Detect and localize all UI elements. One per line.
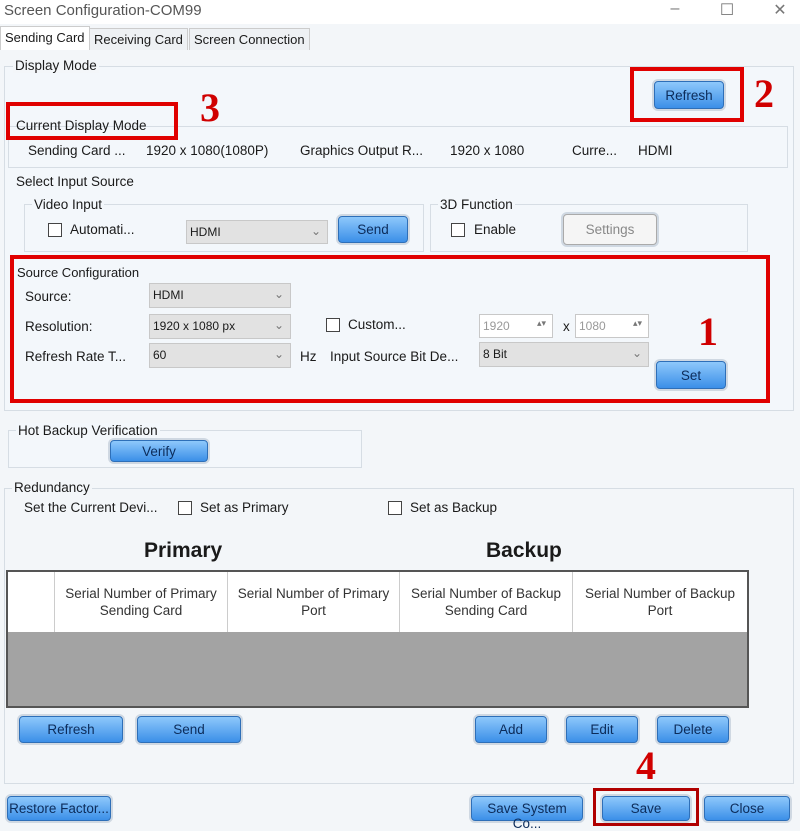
delete-button[interactable]: Delete: [657, 716, 729, 743]
current-source-label: Curre...: [572, 143, 618, 158]
send-input-button[interactable]: Send: [338, 216, 408, 243]
minimize-button[interactable]: –: [660, 0, 690, 18]
annotation-4: 4: [636, 743, 656, 788]
window-title: Screen Configuration-COM99: [4, 2, 202, 19]
annotation-3: 3: [200, 85, 220, 130]
automatic-checkbox[interactable]: [48, 223, 62, 237]
redundancy-refresh-button[interactable]: Refresh: [19, 716, 123, 743]
chevron-down-icon: ⌄: [631, 346, 642, 360]
chevron-down-icon: ⌄: [310, 224, 321, 238]
spinner-arrows-icon[interactable]: ▴▾: [537, 318, 546, 329]
bit-depth-label: Input Source Bit De...: [330, 349, 459, 364]
custom-height-value: 1080: [579, 319, 606, 333]
custom-height-spinner[interactable]: 1080 ▴▾: [575, 314, 649, 338]
set-as-backup-checkbox[interactable]: [388, 501, 402, 515]
3d-settings-button[interactable]: Settings: [563, 214, 657, 245]
refresh-rate-select[interactable]: 60 ⌄: [149, 343, 291, 368]
video-input-select[interactable]: HDMI ⌄: [186, 220, 328, 244]
hz-label: Hz: [300, 349, 317, 364]
set-as-primary-checkbox[interactable]: [178, 501, 192, 515]
bit-depth-value: 8 Bit: [483, 347, 508, 361]
column-backup-port: Serial Number of Backup Port: [584, 586, 736, 618]
column-primary-sending-card: Serial Number of Primary Sending Card: [55, 572, 228, 632]
sending-card-value: 1920 x 1080(1080P): [146, 143, 269, 158]
hot-backup-label: Hot Backup Verification: [16, 423, 160, 438]
refresh-rate-value: 60: [153, 348, 167, 362]
sending-card-label: Sending Card ...: [28, 143, 126, 158]
3d-function-label: 3D Function: [438, 197, 515, 212]
enable-3d-label: Enable: [474, 222, 517, 237]
chevron-down-icon: ⌄: [273, 318, 284, 332]
restore-factory-button[interactable]: Restore Factor...: [7, 796, 111, 821]
graphics-output-label: Graphics Output R...: [300, 143, 424, 158]
table-row-header-cell: [8, 572, 55, 632]
source-value: HDMI: [153, 288, 184, 302]
resolution-select[interactable]: 1920 x 1080 px ⌄: [149, 314, 291, 339]
set-button[interactable]: Set: [656, 361, 726, 389]
custom-resolution-checkbox[interactable]: [326, 318, 340, 332]
refresh-display-button[interactable]: Refresh: [654, 81, 724, 109]
close-button[interactable]: Close: [704, 796, 790, 821]
resolution-label: Resolution:: [25, 319, 93, 334]
refresh-rate-label: Refresh Rate T...: [25, 349, 127, 364]
source-select[interactable]: HDMI ⌄: [149, 283, 291, 308]
resolution-value: 1920 x 1080 px: [153, 319, 236, 333]
set-current-device-label: Set the Current Devi...: [24, 500, 158, 515]
annotation-2: 2: [754, 71, 774, 116]
source-label: Source:: [25, 289, 72, 304]
set-as-primary-label: Set as Primary: [200, 500, 289, 515]
video-input-label: Video Input: [32, 197, 105, 212]
maximize-button[interactable]: ☐: [712, 0, 742, 20]
times-label: x: [563, 319, 570, 334]
enable-3d-checkbox[interactable]: [451, 223, 465, 237]
bit-depth-select[interactable]: 8 Bit ⌄: [479, 342, 649, 367]
verify-button[interactable]: Verify: [110, 440, 208, 462]
display-mode-label: Display Mode: [13, 58, 99, 73]
backup-heading: Backup: [486, 539, 562, 562]
redundancy-send-button[interactable]: Send: [137, 716, 241, 743]
redundancy-label: Redundancy: [12, 480, 92, 495]
tab-screen-connection[interactable]: Screen Connection: [189, 28, 310, 50]
annotation-1: 1: [698, 309, 718, 354]
select-input-source-label: Select Input Source: [16, 174, 134, 189]
set-as-backup-label: Set as Backup: [410, 500, 498, 515]
automatic-label: Automati...: [70, 222, 135, 237]
column-primary-port: Serial Number of Primary Port: [228, 572, 400, 632]
chevron-down-icon: ⌄: [273, 287, 284, 301]
column-backup-sending-card: Serial Number of Backup Sending Card: [400, 572, 573, 632]
source-configuration-label: Source Configuration: [17, 265, 140, 280]
primary-heading: Primary: [144, 539, 223, 562]
close-window-button[interactable]: ✕: [765, 0, 795, 20]
custom-width-value: 1920: [483, 319, 510, 333]
save-button[interactable]: Save: [602, 796, 690, 821]
chevron-down-icon: ⌄: [273, 347, 284, 361]
add-button[interactable]: Add: [475, 716, 547, 743]
tab-receiving-card[interactable]: Receiving Card: [89, 28, 188, 50]
custom-label: Custom...: [348, 317, 406, 332]
spinner-arrows-icon[interactable]: ▴▾: [633, 318, 642, 329]
current-display-mode-label: Current Display Mode: [16, 118, 147, 133]
edit-button[interactable]: Edit: [566, 716, 638, 743]
save-system-config-button[interactable]: Save System Co...: [471, 796, 583, 831]
current-source-value: HDMI: [638, 143, 673, 158]
custom-width-spinner[interactable]: 1920 ▴▾: [479, 314, 553, 338]
tab-sending-card[interactable]: Sending Card: [0, 26, 90, 50]
graphics-output-value: 1920 x 1080: [450, 143, 525, 158]
video-input-value: HDMI: [190, 225, 221, 239]
